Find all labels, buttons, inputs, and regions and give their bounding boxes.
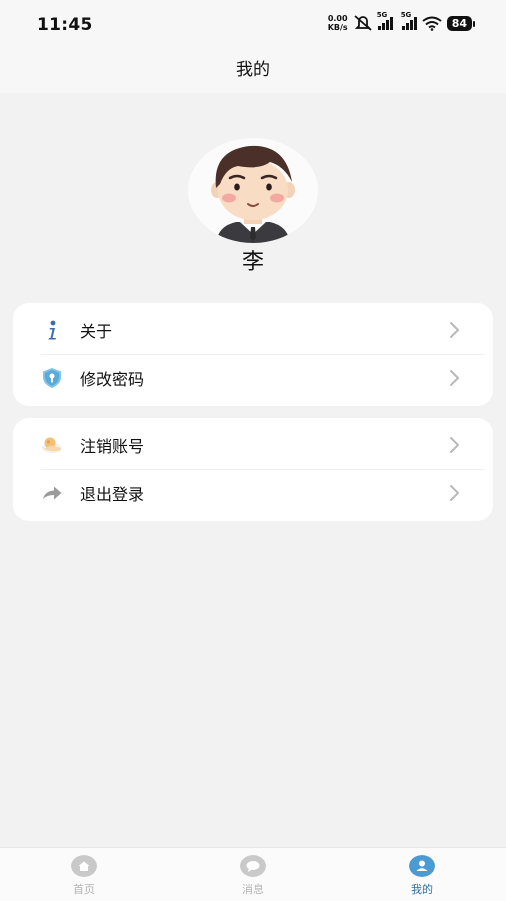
status-time: 11:45 <box>37 15 93 35</box>
user-avatar-illustration <box>211 145 295 243</box>
menu-item-label: 修改密码 <box>80 370 145 389</box>
account-card: 注销账号 退出登录 <box>13 418 493 521</box>
network-speed: 0.00 KB/s <box>327 14 348 32</box>
nav-bar: 我的 <box>0 50 506 93</box>
menu-item-label: 注销账号 <box>80 437 145 456</box>
battery-indicator: 84 <box>446 15 476 31</box>
mute-icon <box>354 15 372 31</box>
signal-icon-sim2: 5G <box>401 11 417 30</box>
tab-home[interactable]: 首页 <box>0 848 168 901</box>
menu-item-label: 退出登录 <box>80 485 145 504</box>
chevron-right-icon <box>450 485 459 501</box>
chevron-right-icon <box>450 437 459 453</box>
menu-item-change-password[interactable]: 修改密码 <box>13 354 493 402</box>
tab-label: 我的 <box>411 883 433 896</box>
username: 李 <box>241 250 264 275</box>
tab-profile[interactable]: 我的 <box>338 848 506 901</box>
avatar[interactable] <box>188 138 318 243</box>
status-bar: 11:45 0.00 KB/s 5G 5G 84 <box>0 0 506 50</box>
logout-arrow-icon <box>43 486 62 500</box>
message-icon <box>240 855 266 877</box>
shield-key-icon <box>43 368 61 388</box>
signal-icon-sim1: 5G <box>377 11 393 30</box>
menu-item-cancel-account[interactable]: 注销账号 <box>13 421 493 469</box>
chevron-right-icon <box>450 370 459 386</box>
tab-label: 消息 <box>242 883 264 896</box>
settings-card: 关于 修改密码 <box>13 303 493 406</box>
tab-label: 首页 <box>73 883 95 896</box>
system-icons: 0.00 KB/s 5G 5G 84 <box>327 11 476 32</box>
wifi-icon <box>422 16 442 31</box>
menu-item-label: 关于 <box>80 322 113 341</box>
home-icon <box>71 855 97 877</box>
menu-item-about[interactable]: 关于 <box>13 306 493 354</box>
tab-messages[interactable]: 消息 <box>169 848 337 901</box>
chevron-right-icon <box>450 322 459 338</box>
info-icon <box>48 320 56 340</box>
account-cancel-icon <box>42 437 62 453</box>
bottom-tab-bar: 首页 消息 我的 <box>0 847 506 901</box>
menu-item-logout[interactable]: 退出登录 <box>13 469 493 517</box>
user-icon <box>409 855 435 877</box>
page-title: 我的 <box>236 60 270 80</box>
